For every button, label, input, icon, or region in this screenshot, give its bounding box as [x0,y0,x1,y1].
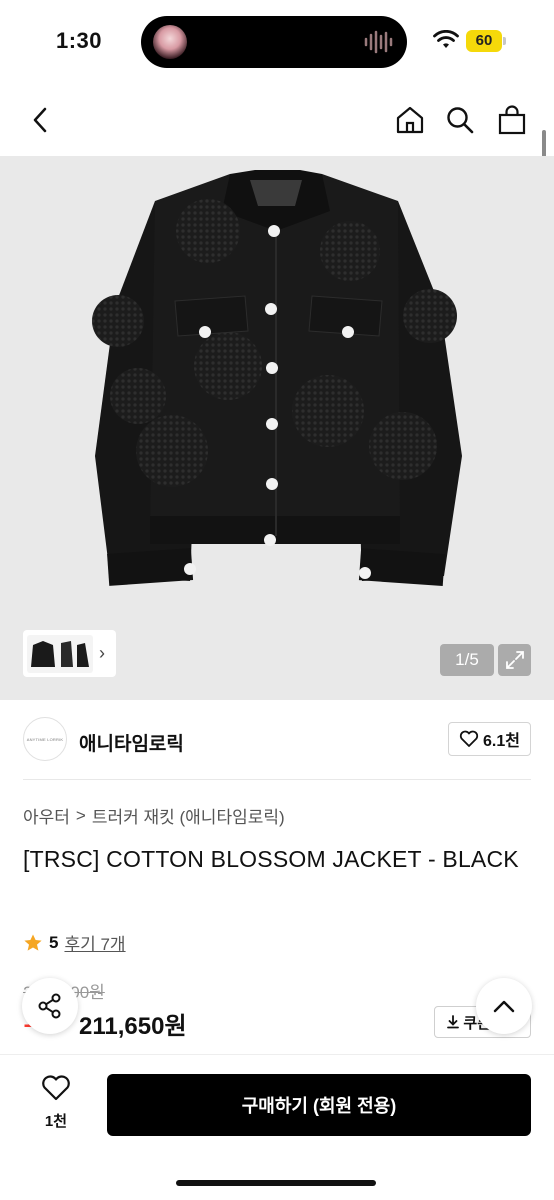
wishlist-button[interactable]: 1천 [36,1075,76,1131]
buy-button[interactable]: 구매하기 (회원 전용) [107,1074,531,1136]
battery-indicator: 60 [466,30,506,52]
wifi-icon [433,30,459,48]
cart-button[interactable] [496,104,528,136]
home-indicator [176,1180,376,1186]
status-bar: 1:30 60 [0,0,554,84]
star-icon [24,934,42,951]
share-button[interactable] [22,978,78,1034]
brand-like-count: 6.1천 [483,733,520,750]
expand-button[interactable] [498,644,531,676]
chevron-up-icon [493,1000,515,1013]
brand-logo-text: ANYTIME LORRIK [26,736,64,742]
chevron-right-icon[interactable]: › [99,643,105,664]
breadcrumb-subcategory[interactable]: 트러커 재킷 (애니타임로릭) [92,803,285,828]
heart-icon [42,1075,70,1101]
search-button[interactable] [444,104,476,136]
share-icon [38,993,61,1019]
brand-like-button[interactable]: 6.1천 [448,722,531,756]
image-counter: 1/5 [440,644,494,676]
now-playing-avatar [153,25,187,59]
dynamic-island[interactable] [141,16,407,68]
shopping-bag-icon [498,105,526,135]
rating-row: 5 후기 7개 [23,930,126,955]
download-icon [447,1015,460,1029]
wishlist-count: 1천 [44,1113,68,1130]
back-button[interactable] [24,104,56,136]
expand-icon [505,651,524,669]
scroll-top-button[interactable] [476,978,532,1034]
top-nav [0,92,554,148]
review-link[interactable]: 후기 7개 [64,930,125,955]
breadcrumb-separator: > [75,805,86,825]
home-button[interactable] [394,104,426,136]
breadcrumb: 아우터 > 트러커 재킷 (애니타임로릭) [23,803,285,828]
brand-name[interactable]: 애니타임로릭 [79,729,184,756]
chevron-left-icon [33,107,47,133]
clock: 1:30 [56,28,103,53]
product-title: [TRSC] COTTON BLOSSOM JACKET - BLACK [23,846,519,872]
product-image-gallery[interactable]: › 1/5 [0,156,554,700]
brand-logo[interactable]: ANYTIME LORRIK [23,717,67,761]
sale-price: 211,650원 [79,1013,187,1040]
thumbnail-strip[interactable]: › [23,630,116,677]
brand-row: ANYTIME LORRIK 애니타임로릭 6.1천 [23,700,531,780]
bottom-action-bar: 1천 구매하기 (회원 전용) [0,1054,554,1200]
jacket-image [92,170,462,587]
breadcrumb-category[interactable]: 아우터 [23,803,70,828]
audio-wave-icon [364,30,393,54]
heart-icon [459,730,479,747]
search-icon [447,107,474,134]
jacket-thumbnail [31,640,89,667]
home-icon [396,106,424,134]
rating-score: 5 [49,932,59,952]
thumbnail-image[interactable] [27,634,93,673]
